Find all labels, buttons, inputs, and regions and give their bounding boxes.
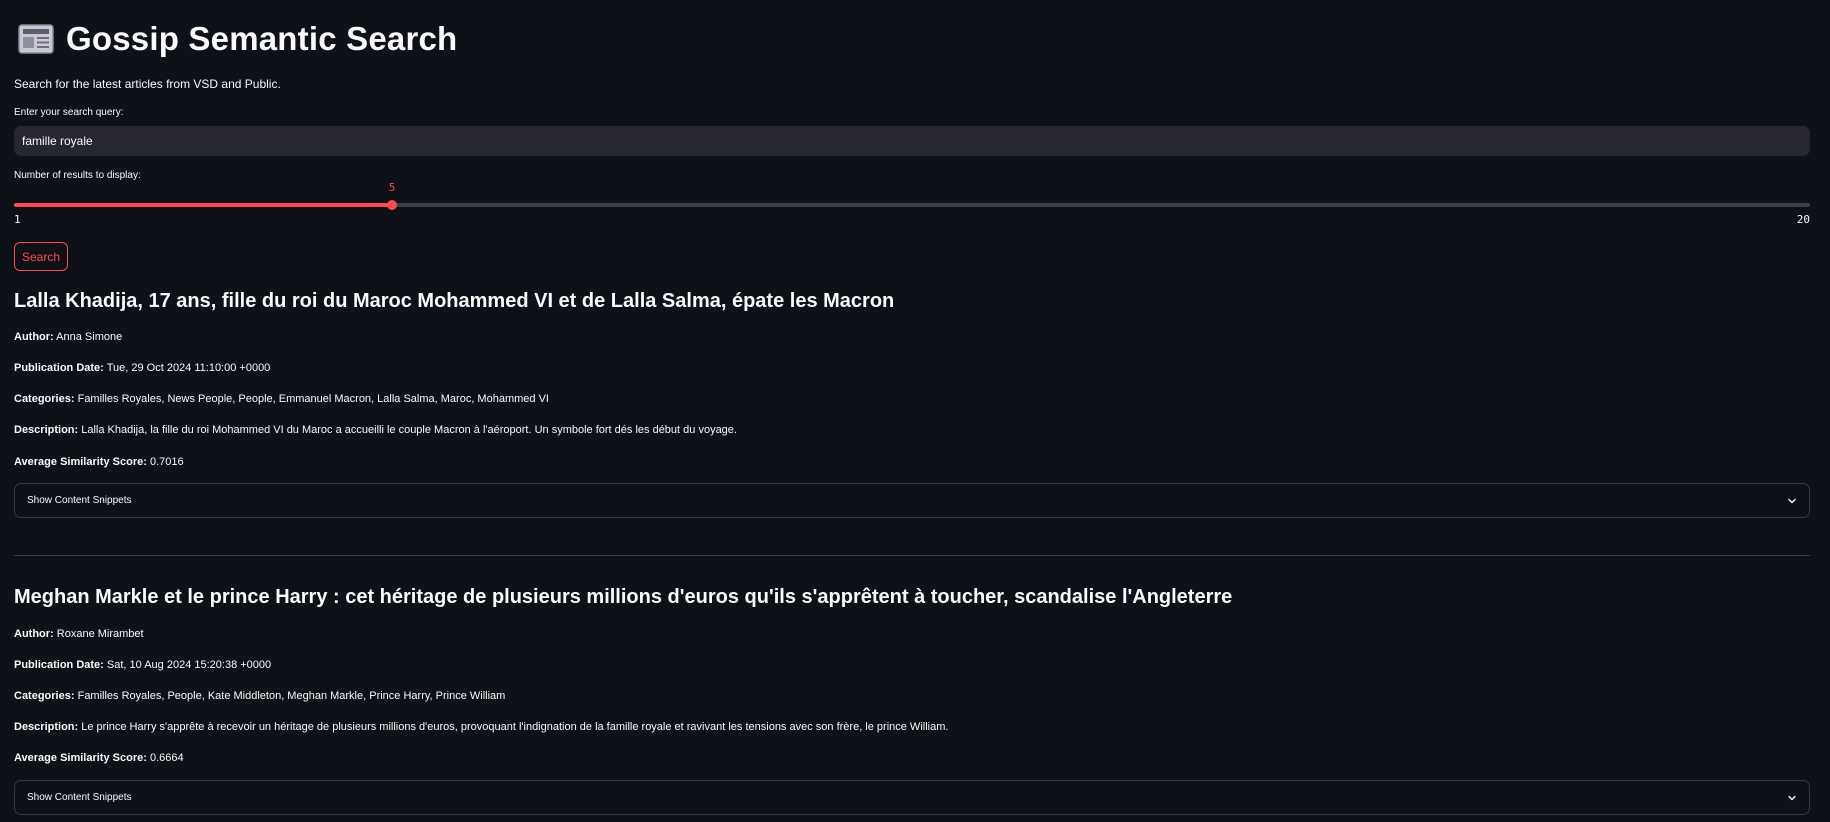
article-author: Author: Anna Simone <box>14 331 122 343</box>
search-query-input[interactable] <box>14 126 1810 156</box>
expander-label: Show Content Snippets <box>27 792 132 803</box>
categories-label: Categories: <box>14 690 75 702</box>
search-query-label: Enter your search query: <box>14 107 124 118</box>
description-label: Description: <box>14 424 79 436</box>
score-label: Average Similarity Score: <box>14 456 147 468</box>
results-divider <box>14 555 1810 556</box>
author-value: Roxane Mirambet <box>56 628 144 640</box>
article-score: Average Similarity Score: 0.6664 <box>14 752 184 764</box>
article-description: Description: Le prince Harry s'apprête à… <box>14 721 948 733</box>
author-label: Author: <box>14 628 54 640</box>
expander-label: Show Content Snippets <box>27 495 132 506</box>
description-value: Le prince Harry s'apprête à recevoir un … <box>81 721 949 733</box>
article-date: Publication Date: Sat, 10 Aug 2024 15:20… <box>14 659 271 671</box>
slider-min-label: 1 <box>14 213 21 226</box>
date-value: Sat, 10 Aug 2024 15:20:38 +0000 <box>106 659 272 671</box>
content-snippets-expander[interactable]: Show Content Snippets <box>14 780 1810 815</box>
author-label: Author: <box>14 331 54 343</box>
page-subtitle: Search for the latest articles from VSD … <box>14 77 281 91</box>
results-count-slider[interactable]: 5 <box>14 181 1810 210</box>
article-title: Meghan Markle et le prince Harry : cet h… <box>14 586 1233 608</box>
chevron-down-icon <box>1788 795 1796 800</box>
page-title: Gossip Semantic Search <box>66 20 458 57</box>
newspaper-icon <box>18 24 54 54</box>
description-label: Description: <box>14 721 79 733</box>
slider-fill <box>14 203 393 207</box>
search-button[interactable]: Search <box>14 242 68 271</box>
score-label: Average Similarity Score: <box>14 752 147 764</box>
article-score: Average Similarity Score: 0.7016 <box>14 456 184 468</box>
slider-thumb[interactable] <box>387 200 398 210</box>
date-value: Tue, 29 Oct 2024 11:10:00 +0000 <box>106 362 271 374</box>
slider-max-label: 20 <box>1796 213 1810 226</box>
article-categories: Categories: Familles Royales, News Peopl… <box>14 393 549 405</box>
results-count-label: Number of results to display: <box>14 170 141 181</box>
description-value: Lalla Khadija, la fille du roi Mohammed … <box>81 424 737 436</box>
article-categories: Categories: Familles Royales, People, Ka… <box>14 690 505 702</box>
chevron-down-icon <box>1788 498 1796 503</box>
article-date: Publication Date: Tue, 29 Oct 2024 11:10… <box>14 362 270 374</box>
article-author: Author: Roxane Mirambet <box>14 628 144 640</box>
categories-label: Categories: <box>14 393 75 405</box>
author-value: Anna Simone <box>56 331 123 343</box>
article-description: Description: Lalla Khadija, la fille du … <box>14 424 737 436</box>
score-value: 0.7016 <box>149 456 184 468</box>
article-title: Lalla Khadija, 17 ans, fille du roi du M… <box>14 290 895 312</box>
categories-value: Familles Royales, People, Kate Middleton… <box>77 690 506 702</box>
content-snippets-expander[interactable]: Show Content Snippets <box>14 483 1810 518</box>
slider-current-value: 5 <box>388 181 396 194</box>
title-row: Gossip Semantic Search <box>18 20 457 58</box>
score-value: 0.6664 <box>149 752 184 764</box>
date-label: Publication Date: <box>14 659 104 671</box>
categories-value: Familles Royales, News People, People, E… <box>77 393 549 405</box>
date-label: Publication Date: <box>14 362 104 374</box>
